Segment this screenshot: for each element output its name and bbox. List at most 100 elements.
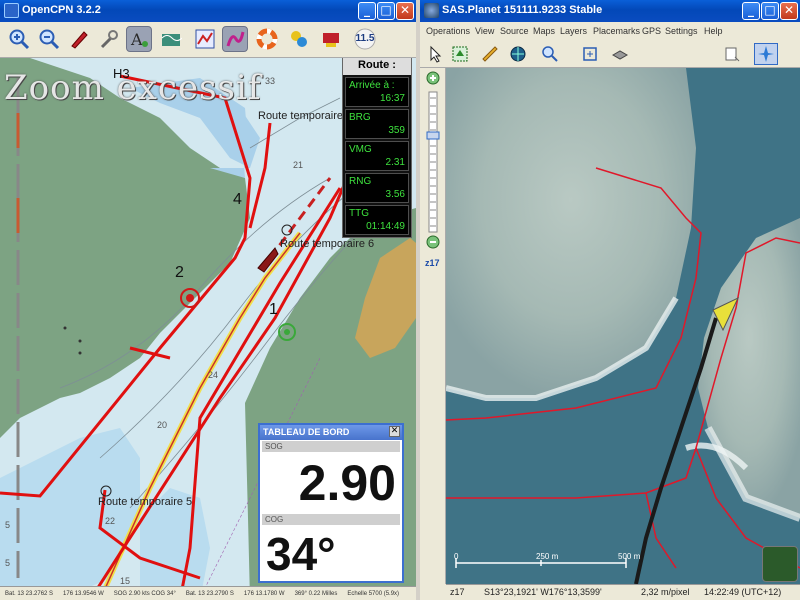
dashboard-window[interactable]: TABLEAU DE BORD ✕ SOG 2.90 COG 34° — [258, 423, 404, 583]
chart-plugin-icon — [291, 31, 307, 47]
minimize-button[interactable]: _ — [358, 2, 376, 20]
plugin-button[interactable] — [286, 26, 312, 52]
route-field-value: 2.31 — [385, 157, 405, 168]
route-arrival-cell: Arrivée à : 16:37 — [345, 77, 409, 107]
waypoint-1: 1 — [269, 301, 278, 318]
route-panel-title: Route : — [343, 58, 411, 75]
route-field-value: 16:37 — [379, 93, 405, 104]
route-brg-cell: BRG 359 — [345, 109, 409, 139]
ais-icon — [323, 33, 339, 47]
svg-text:A: A — [130, 30, 143, 49]
dashboard-title: TABLEAU DE BORD — [263, 427, 350, 437]
menu-operations[interactable]: Operations — [426, 26, 470, 36]
route-field-value: 01:14:49 — [366, 221, 405, 232]
route-field-label: BRG — [349, 112, 371, 123]
sog-label: SOG — [262, 441, 400, 452]
status-field: 369° 0.22 Milles — [294, 590, 338, 597]
sasplanet-statusbar: z17 S13°23,1921' W176°13,3599' 2,32 m/pi… — [446, 584, 800, 600]
maximize-button[interactable]: □ — [761, 2, 779, 20]
route-field-value: 3.56 — [385, 189, 405, 200]
search-button[interactable] — [538, 43, 562, 65]
fullscreen-button[interactable] — [578, 43, 602, 65]
ruler-button[interactable] — [478, 43, 502, 65]
menu-source[interactable]: Source — [500, 26, 529, 36]
mob-button[interactable] — [254, 26, 280, 52]
route-button[interactable] — [192, 26, 218, 52]
window-title: SAS.Planet 151111.9233 Stable — [442, 4, 603, 16]
ais-button[interactable] — [318, 26, 344, 52]
menu-view[interactable]: View — [475, 26, 494, 36]
placemark-button[interactable] — [720, 43, 744, 65]
zoom-out-button[interactable] — [36, 26, 62, 52]
zoom-in-button[interactable] — [6, 26, 32, 52]
dashboard-close-button[interactable]: ✕ — [389, 426, 400, 437]
area-select-button[interactable] — [448, 43, 472, 65]
ruler-icon — [482, 46, 498, 62]
tide-icon — [161, 34, 182, 46]
status-field: Echelle 5700 (5.9x) — [347, 590, 400, 597]
status-field: Bat. 13 23.2762 S — [5, 590, 54, 597]
maximize-button[interactable]: □ — [377, 2, 395, 20]
placemark-icon — [725, 47, 740, 62]
status-field: SOG 2.90 kts COG 34° — [113, 590, 176, 597]
globe-icon — [510, 46, 526, 62]
layers-icon — [611, 50, 629, 60]
status-field: 176 13.1780 W — [243, 590, 285, 597]
globe-button[interactable] — [506, 43, 530, 65]
settings-button[interactable] — [96, 26, 122, 52]
opencpn-titlebar[interactable]: OpenCPN 3.2.2 _ □ ✕ — [0, 0, 416, 22]
scale-badge: 11.5 — [350, 26, 380, 52]
gps-follow-icon[interactable] — [762, 546, 798, 582]
route-ttg-cell: TTG 01:14:49 — [345, 205, 409, 235]
route-field-label: TTG — [349, 208, 369, 219]
depth-label: 22 — [105, 516, 116, 526]
close-button[interactable]: ✕ — [396, 2, 414, 20]
sog-value: 2.90 — [298, 455, 396, 511]
sasplanet-window: SAS.Planet 151111.9233 Stable _ □ ✕ Oper… — [420, 0, 800, 600]
select-tool-button[interactable] — [424, 43, 448, 65]
shallow-southwest — [0, 428, 140, 600]
overzoom-warning: Zoom excessif — [4, 68, 262, 108]
fullscreen-icon — [583, 47, 597, 61]
waypoint-h3: H3 — [113, 66, 130, 81]
search-icon — [542, 46, 558, 62]
menu-maps[interactable]: Maps — [533, 26, 555, 36]
menu-gps[interactable]: GPS — [642, 26, 661, 36]
depth-label: 20 — [157, 420, 168, 430]
depth-label: 21 — [293, 160, 304, 170]
route-vmg-cell: VMG 2.31 — [345, 141, 409, 171]
menu-placemarks[interactable]: Placemarks — [593, 26, 640, 36]
zoom-in-icon — [9, 29, 30, 50]
route-label-temp: Route temporaire — [258, 110, 343, 122]
layers-button[interactable] — [608, 43, 632, 65]
depth-label: 33 — [265, 76, 276, 86]
track-button[interactable] — [222, 26, 248, 52]
menu-help[interactable]: Help — [704, 26, 723, 36]
zoom-slider[interactable] — [420, 68, 446, 268]
tide-button[interactable] — [158, 26, 184, 52]
satellite-map[interactable]: 0 250 m 500 m — [446, 68, 800, 584]
route-field-label: Arrivée à : — [349, 80, 395, 91]
zoom-out-icon — [39, 29, 60, 50]
goto-ship-button[interactable] — [66, 26, 92, 52]
route-field-value: 359 — [388, 125, 405, 136]
minimize-button[interactable]: _ — [742, 2, 760, 20]
text-toggle-button[interactable]: A — [126, 26, 152, 52]
status-resolution: 2,32 m/pixel — [641, 587, 690, 597]
route-info-panel[interactable]: Route : Arrivée à : 16:37 BRG 359 VMG 2.… — [342, 58, 412, 238]
route-graph-icon — [195, 29, 215, 49]
gps-button[interactable] — [754, 43, 778, 65]
close-button[interactable]: ✕ — [780, 2, 798, 20]
cog-value: 34° — [266, 528, 336, 580]
status-coords: S13°23,1921' W176°13,3599' — [484, 587, 602, 597]
sasplanet-titlebar[interactable]: SAS.Planet 151111.9233 Stable _ □ ✕ — [420, 0, 800, 22]
depth-label: 24 — [208, 370, 219, 380]
status-field: 176 13.9546 W — [63, 590, 104, 597]
menu-settings[interactable]: Settings — [665, 26, 698, 36]
ship-icon — [71, 31, 88, 49]
dashboard-titlebar[interactable]: TABLEAU DE BORD ✕ — [260, 425, 402, 440]
opencpn-app-icon — [4, 3, 19, 18]
menu-layers[interactable]: Layers — [560, 26, 587, 36]
route-label-temp-6: Route temporaire 6 — [280, 238, 375, 250]
depth-label: 5 — [5, 558, 11, 568]
